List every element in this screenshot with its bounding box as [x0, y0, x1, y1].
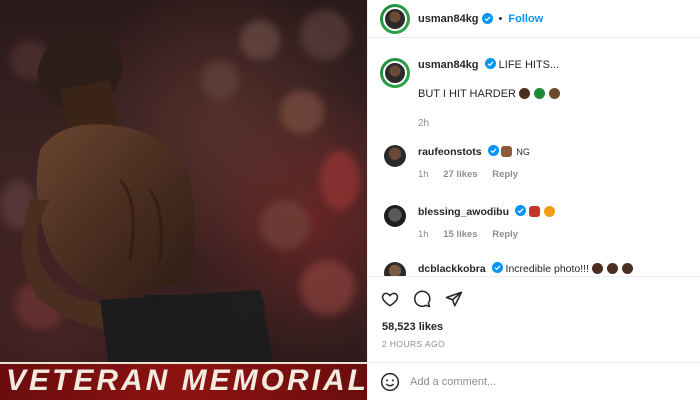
comments-scroll-area[interactable]: usman84kg LIFE HITS... BUT I HIT HARDER — [368, 50, 700, 276]
comment-text: NG — [516, 147, 530, 157]
caption-avatar[interactable] — [380, 58, 410, 88]
caption-line1: LIFE HITS... — [498, 59, 560, 71]
post-sidebar: usman84kg • Follow usman84kg LIFE HITS..… — [367, 0, 700, 400]
caption-username[interactable]: usman84kg — [418, 59, 479, 71]
verified-badge-icon — [484, 58, 496, 69]
post-photo[interactable]: VETERAN MEMORIAL A — [0, 0, 367, 400]
clap-emoji-icon — [591, 263, 603, 274]
fist-emoji-icon — [519, 88, 531, 99]
share-icon[interactable] — [444, 289, 464, 309]
add-comment-input[interactable] — [410, 375, 680, 388]
clap-emoji-icon — [621, 263, 633, 274]
post-time-ago: 2 HOURS AGO — [382, 339, 445, 349]
comment-time: 1h — [418, 169, 429, 180]
reply-button[interactable]: Reply — [492, 229, 518, 240]
commenter-avatar[interactable] — [384, 145, 406, 167]
comment-username[interactable]: raufeonstots — [418, 146, 482, 158]
heart-icon[interactable] — [380, 289, 400, 309]
follow-button[interactable]: Follow — [508, 13, 543, 25]
crown-face-emoji-icon — [549, 88, 561, 99]
comment-time: 1h — [418, 229, 429, 240]
action-icons — [368, 277, 700, 309]
flexed-biceps-emoji-icon — [501, 146, 513, 157]
caption-line2: BUT I HIT HARDER — [418, 88, 516, 100]
arena-banner: VETERAN MEMORIAL A — [0, 362, 367, 400]
comment-username[interactable]: blessing_awodibu — [418, 206, 509, 218]
post-caption: usman84kg LIFE HITS... BUT I HIT HARDER — [368, 50, 700, 131]
caption-time: 2h — [418, 118, 430, 129]
caption-body: usman84kg LIFE HITS... BUT I HIT HARDER — [418, 58, 561, 131]
verified-badge-icon — [514, 205, 526, 216]
comment-item: dcblackkobra Incredible photo!!! — [368, 262, 700, 276]
comment-icon[interactable] — [412, 289, 432, 309]
post-header: usman84kg • Follow — [368, 0, 700, 38]
fire-emoji-icon — [543, 206, 555, 217]
clap-emoji-icon — [606, 263, 618, 274]
author-username[interactable]: usman84kg — [418, 13, 479, 25]
fist-bump-emoji-icon — [528, 206, 540, 217]
comment-likes[interactable]: 27 likes — [443, 169, 477, 180]
comment-username[interactable]: dcblackkobra — [418, 263, 486, 275]
post-actions: 58,523 likes 2 HOURS AGO — [368, 276, 700, 400]
add-comment-bar — [368, 362, 700, 400]
verified-badge-icon — [491, 262, 503, 273]
green-circle-emoji-icon — [534, 88, 546, 99]
reply-button[interactable]: Reply — [492, 169, 518, 180]
commenter-avatar[interactable] — [384, 205, 406, 227]
banner-text: VETERAN MEMORIAL A — [6, 364, 367, 397]
author-avatar[interactable] — [380, 3, 410, 34]
instagram-post-modal: VETERAN MEMORIAL A usman84kg • Follow us… — [0, 0, 700, 400]
comment-item: blessing_awodibu 1h 15 likes Reply — [368, 205, 700, 240]
comment-text: Incredible photo!!! — [505, 263, 590, 275]
smile-icon[interactable] — [380, 372, 400, 392]
comment-item: raufeonstots NG 1h 27 likes Reply — [368, 145, 700, 180]
post-likes-count[interactable]: 58,523 likes — [368, 309, 700, 333]
verified-badge-icon — [487, 145, 499, 156]
fighter-figure — [22, 30, 275, 375]
separator-dot: • — [498, 12, 503, 25]
comment-likes[interactable]: 15 likes — [443, 229, 477, 240]
verified-badge-icon — [481, 13, 493, 24]
commenter-avatar[interactable] — [384, 262, 406, 276]
